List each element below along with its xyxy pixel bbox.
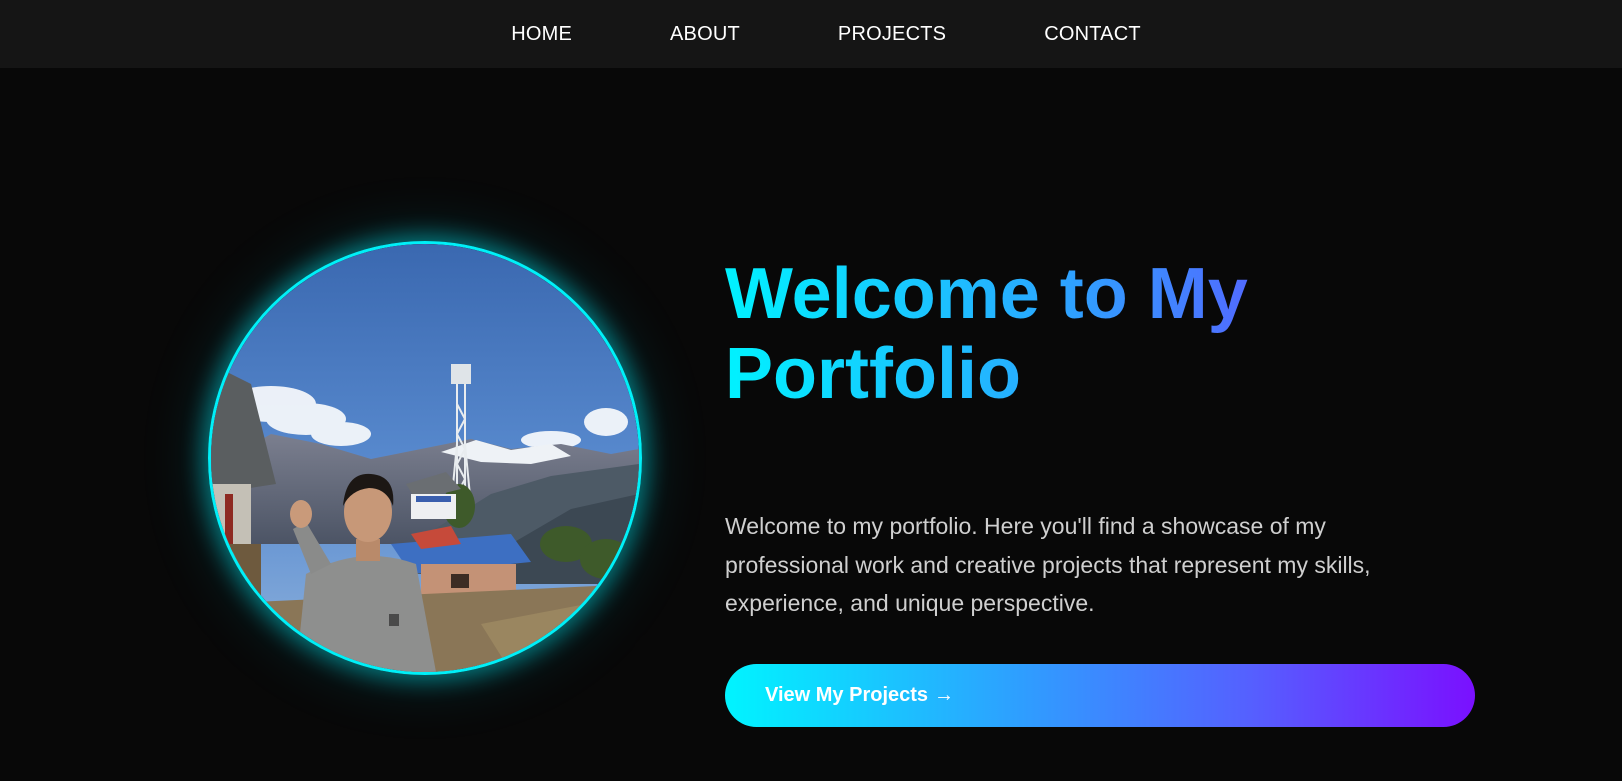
arrow-right-icon: → xyxy=(934,684,955,706)
nav-contact-link[interactable]: CONTACT xyxy=(1044,23,1141,46)
profile-photo xyxy=(208,241,642,675)
profile-photo-illustration xyxy=(211,244,639,672)
hero-headline: Welcome to My Portfolio xyxy=(725,254,1445,414)
nav-home-link[interactable]: HOME xyxy=(511,23,572,46)
view-projects-button-label: View My Projects xyxy=(765,684,929,706)
nav-projects-link[interactable]: PROJECTS xyxy=(838,23,946,46)
nav-about-link[interactable]: ABOUT xyxy=(670,23,740,46)
view-projects-button[interactable]: View My Projects → xyxy=(725,664,1475,727)
top-navbar: HOME ABOUT PROJECTS CONTACT xyxy=(0,0,1622,68)
hero-intro-text: Welcome to my portfolio. Here you'll fin… xyxy=(725,513,1371,616)
hero-section: Welcome to My Portfolio Welcome to my po… xyxy=(0,68,1622,781)
